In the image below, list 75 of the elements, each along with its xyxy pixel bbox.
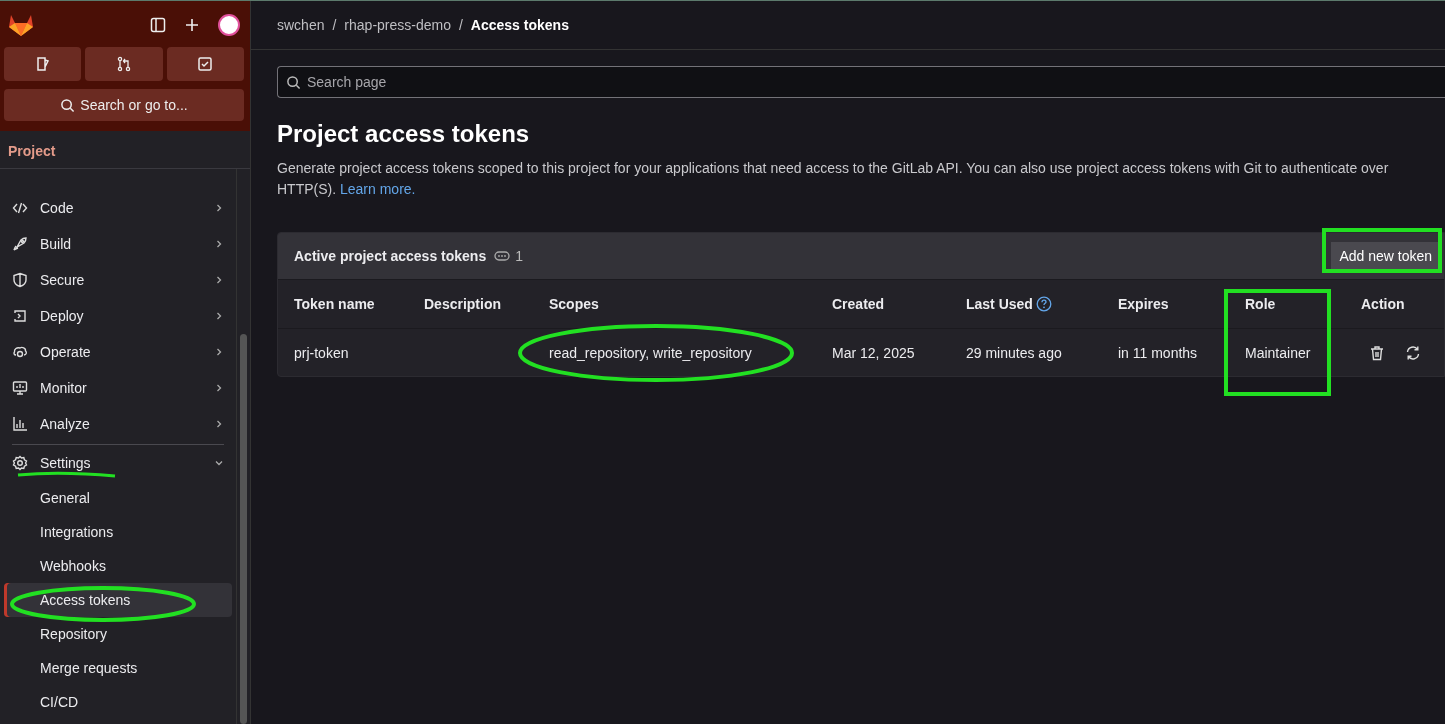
merge-request-icon — [116, 56, 132, 72]
table-cell: Maintainer — [1245, 344, 1311, 361]
issues-button[interactable] — [4, 47, 82, 81]
search-field[interactable]: Search page — [277, 66, 1445, 98]
column-header: Scopes — [549, 296, 600, 312]
deploy-icon — [12, 308, 28, 324]
nav-subitem[interactable]: General — [4, 481, 232, 515]
refresh-icon[interactable] — [1405, 344, 1421, 361]
chevron-icon — [214, 239, 224, 249]
cloud-icon — [12, 344, 28, 360]
page-title: Project access tokens — [277, 120, 531, 148]
sidebar-toggle-icon[interactable] — [150, 17, 166, 33]
add-token-button[interactable]: Add new token — [1331, 242, 1440, 270]
shield-icon — [12, 272, 28, 288]
nav-item[interactable]: Monitor — [4, 370, 232, 406]
table-cell: in 11 months — [1118, 344, 1198, 361]
nav-item[interactable]: Build — [4, 226, 232, 262]
plus-icon[interactable] — [184, 17, 200, 33]
todo-button[interactable] — [166, 47, 244, 81]
bar-chart-icon — [12, 416, 28, 432]
breadcrumb-separator: / — [458, 17, 463, 33]
page-description: Generate project access tokens scoped to this project for your applications that need access to the GitLab API. You can also use project access tokens with Git to authenticate over HTTP(S). Learn more. — [277, 159, 1390, 199]
monitor-icon — [12, 380, 28, 396]
table-cell: prj-token — [294, 344, 349, 361]
column-header: Role — [1245, 296, 1277, 312]
column-header: Token name — [294, 296, 376, 312]
nav-item[interactable]: Secure — [4, 262, 232, 298]
chevron-icon — [214, 383, 224, 393]
table-cell: read_repository, write_repository — [549, 344, 752, 361]
breadcrumb-link[interactable]: Access tokens — [470, 17, 569, 33]
nav-subitem[interactable]: Webhooks — [4, 549, 232, 583]
chevron-icon — [214, 347, 224, 357]
token-count-icon — [494, 250, 511, 262]
nav-item[interactable]: Deploy — [4, 298, 232, 334]
settings-icon — [12, 455, 28, 471]
column-header: Action — [1361, 296, 1406, 312]
nav-item[interactable]: Analyze — [4, 406, 232, 442]
section-title: Project — [0, 131, 250, 169]
nav-subitem[interactable]: Merge requests — [4, 651, 232, 685]
avatar[interactable] — [218, 14, 240, 36]
chevron-icon — [214, 275, 224, 285]
breadcrumb-link[interactable]: rhap-press-demo — [344, 17, 451, 33]
search-button[interactable]: Search or go to... — [4, 89, 244, 121]
merge-requests-button[interactable] — [85, 47, 163, 81]
breadcrumb-link[interactable]: swchen — [277, 17, 325, 33]
token-count: 1 — [515, 248, 523, 264]
nav-subitem[interactable]: Repository — [4, 617, 232, 651]
trash-icon[interactable] — [1369, 344, 1385, 361]
table-cell: 29 minutes ago — [966, 344, 1062, 361]
chevron-icon — [214, 203, 224, 213]
nav-item[interactable]: Code — [4, 190, 232, 226]
nav-subitem[interactable]: Integrations — [4, 515, 232, 549]
search-icon — [60, 97, 76, 113]
card-title: Active project access tokens — [294, 248, 487, 264]
nav-subitem[interactable]: CI/CD — [4, 685, 232, 719]
column-header: Expires — [1118, 296, 1170, 312]
document-icon — [34, 56, 51, 72]
scrollbar[interactable] — [236, 169, 250, 724]
chevron-icon — [214, 458, 224, 468]
column-header: Description — [424, 296, 502, 312]
fox-logo-icon[interactable] — [8, 13, 34, 37]
table-cell: Mar 12, 2025 — [832, 344, 915, 361]
column-header: Created — [832, 296, 886, 312]
help-icon[interactable] — [1035, 296, 1052, 312]
nav-item[interactable]: Settings — [12, 444, 224, 481]
column-header: Last Used — [966, 296, 1118, 312]
chevron-icon — [214, 311, 224, 321]
nav-item[interactable]: Operate — [4, 334, 232, 370]
checkbox-icon — [197, 56, 214, 72]
code-icon — [12, 200, 28, 216]
learn-more-link[interactable]: Learn more. — [340, 181, 416, 197]
search-icon — [286, 75, 301, 90]
rocket-icon — [12, 236, 28, 252]
chevron-icon — [214, 419, 224, 429]
breadcrumb-separator: / — [332, 17, 337, 33]
